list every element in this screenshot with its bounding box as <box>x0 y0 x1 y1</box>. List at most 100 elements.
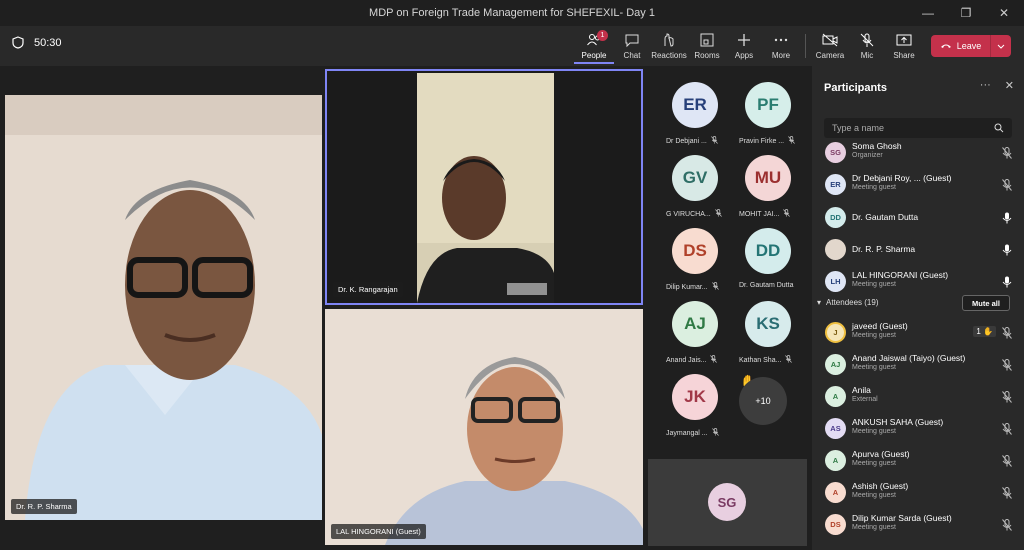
participant-row[interactable]: A Anila External <box>812 382 1024 412</box>
share-label: Share <box>893 51 915 60</box>
participant-name: LAL HINGORANI (Guest) <box>852 270 949 280</box>
video-name-tag: Dr. R. P. Sharma <box>11 499 77 514</box>
share-button[interactable]: Share <box>884 30 924 64</box>
participant-search-input[interactable]: Type a name <box>824 118 1012 138</box>
reactions-button[interactable]: Reactions <box>649 30 689 64</box>
reactions-label: Reactions <box>651 51 687 60</box>
chat-label: Chat <box>623 51 641 60</box>
grid-participant[interactable]: ER Dr Debjani ... <box>656 70 732 145</box>
video-tile-rangarajan[interactable]: Dr. K. Rangarajan <box>325 69 643 305</box>
mic-off-icon[interactable] <box>1002 518 1012 531</box>
grid-participant[interactable]: MU MOHIT JAI... <box>729 143 805 218</box>
mic-off-icon[interactable] <box>1002 390 1012 403</box>
close-window-icon[interactable]: ✕ <box>984 0 1024 26</box>
participant-row[interactable]: DD Dr. Gautam Dutta <box>812 203 1024 233</box>
mic-off-icon[interactable] <box>1002 486 1012 499</box>
avatar: DS <box>825 514 846 535</box>
participant-name: Dr Debjani Roy, ... (Guest) <box>852 173 952 183</box>
mute-all-button[interactable]: Mute all <box>962 295 1010 311</box>
more-participants-button[interactable]: +10 <box>739 377 787 425</box>
apps-button[interactable]: Apps <box>724 30 764 64</box>
video-tile-sharma[interactable]: Dr. R. P. Sharma <box>5 95 322 520</box>
minimize-icon[interactable]: — <box>908 0 948 26</box>
grid-participant[interactable]: AJ Anand Jais... <box>656 289 732 364</box>
more-button[interactable]: More <box>761 30 801 64</box>
participant-row[interactable]: AS ANKUSH SAHA (Guest) Meeting guest <box>812 414 1024 444</box>
participant-row[interactable]: A Apurva (Guest) Meeting guest <box>812 446 1024 476</box>
avatar: DD <box>745 228 791 274</box>
participant-name-text: Kathan Sha... <box>739 356 782 364</box>
people-badge: 1 <box>597 30 608 41</box>
grid-participant[interactable]: DD Dr. Gautam Dutta <box>729 216 805 289</box>
mic-on-icon[interactable] <box>1002 211 1012 224</box>
restore-icon[interactable]: ❐ <box>946 0 986 26</box>
avatar <box>825 239 846 260</box>
mic-off-icon[interactable] <box>1002 454 1012 467</box>
grid-participant[interactable]: GV G VIRUCHA... <box>656 143 732 218</box>
participant-name: Apurva (Guest) <box>852 449 910 459</box>
search-icon <box>994 123 1004 133</box>
mic-off-icon[interactable] <box>1002 358 1012 371</box>
panel-close-icon[interactable]: ✕ <box>1005 79 1014 92</box>
avatar: A <box>825 450 846 471</box>
participant-video-image <box>325 309 643 545</box>
participant-row[interactable]: DS Dilip Kumar Sarda (Guest) Meeting guest <box>812 510 1024 540</box>
participant-role: Meeting guest <box>852 281 896 288</box>
self-view-tile[interactable]: SG <box>648 459 807 546</box>
camera-button[interactable]: Camera <box>810 30 850 64</box>
grid-participant-name: Kathan Sha... <box>739 355 793 365</box>
mic-off-icon[interactable] <box>1002 146 1012 159</box>
participant-name-text: Jaymangal ... <box>666 429 708 437</box>
attendees-section-header[interactable]: ▾ Attendees (19) <box>817 298 879 307</box>
more-label: More <box>771 51 791 60</box>
mic-off-icon[interactable] <box>1002 178 1012 191</box>
avatar: J <box>825 322 846 343</box>
grid-participant[interactable]: KS Kathan Sha... <box>729 289 805 364</box>
participant-role: Meeting guest <box>852 460 896 467</box>
video-name-tag: LAL HINGORANI (Guest) <box>331 524 426 539</box>
avatar: ER <box>825 174 846 195</box>
avatar: LH <box>825 271 846 292</box>
toolbar-divider <box>805 34 806 58</box>
participant-row[interactable]: AJ Anand Jaiswal (Taiyo) (Guest) Meeting g… <box>812 350 1024 380</box>
participant-row[interactable]: SG Soma Ghosh Organizer <box>812 138 1024 168</box>
participant-row[interactable]: Jjaveed (Guest) Meeting guest 1 ✋ <box>812 318 1024 348</box>
participant-video-image <box>5 95 322 520</box>
avatar: GV <box>672 155 718 201</box>
camera-off-icon <box>822 33 838 47</box>
chat-button[interactable]: Chat <box>612 30 652 64</box>
participant-row[interactable]: Dr. R. P. Sharma <box>812 235 1024 265</box>
grid-participant[interactable]: DS Dilip Kumar... <box>656 216 732 291</box>
mic-on-icon[interactable] <box>1002 243 1012 256</box>
mic-button[interactable]: Mic <box>847 30 887 64</box>
participant-row[interactable]: ER Dr Debjani Roy, ... (Guest) Meeting gue… <box>812 170 1024 200</box>
raised-hand-badge: 1 ✋ <box>973 326 996 337</box>
mic-off-icon[interactable] <box>1002 326 1012 339</box>
rooms-button[interactable]: Rooms <box>687 30 727 64</box>
avatar: AJ <box>672 301 718 347</box>
leave-label: Leave <box>956 41 982 51</box>
mic-on-icon[interactable] <box>1002 275 1012 288</box>
avatar: DS <box>672 228 718 274</box>
participant-row[interactable]: A Ashish (Guest) Meeting guest <box>812 478 1024 508</box>
participant-name: ANKUSH SAHA (Guest) <box>852 417 944 427</box>
grid-participant[interactable]: JK Jaymangal ... <box>656 362 732 437</box>
shield-icon <box>12 36 24 49</box>
leave-dropdown-chevron-icon[interactable] <box>991 35 1011 57</box>
search-placeholder: Type a name <box>832 123 885 133</box>
panel-more-icon[interactable]: ··· <box>980 79 991 92</box>
grid-participant[interactable]: PF Pravin Firke ... <box>729 70 805 145</box>
participant-role: External <box>852 396 878 403</box>
video-tile-lal-hingorani[interactable]: LAL HINGORANI (Guest) <box>325 309 643 545</box>
panel-title: Participants <box>824 82 887 94</box>
people-button[interactable]: People 1 <box>574 30 614 64</box>
mic-off-icon <box>785 355 793 365</box>
participant-name: Dr. R. P. Sharma <box>852 244 916 254</box>
participant-role: Meeting guest <box>852 524 896 531</box>
leave-button[interactable]: Leave <box>931 35 1011 57</box>
mic-off-icon[interactable] <box>1002 422 1012 435</box>
avatar: KS <box>745 301 791 347</box>
avatar: SG <box>708 483 746 521</box>
participant-row[interactable]: LH LAL HINGORANI (Guest) Meeting guest <box>812 267 1024 297</box>
participant-name-text: Dr. Gautam Dutta <box>739 282 794 289</box>
